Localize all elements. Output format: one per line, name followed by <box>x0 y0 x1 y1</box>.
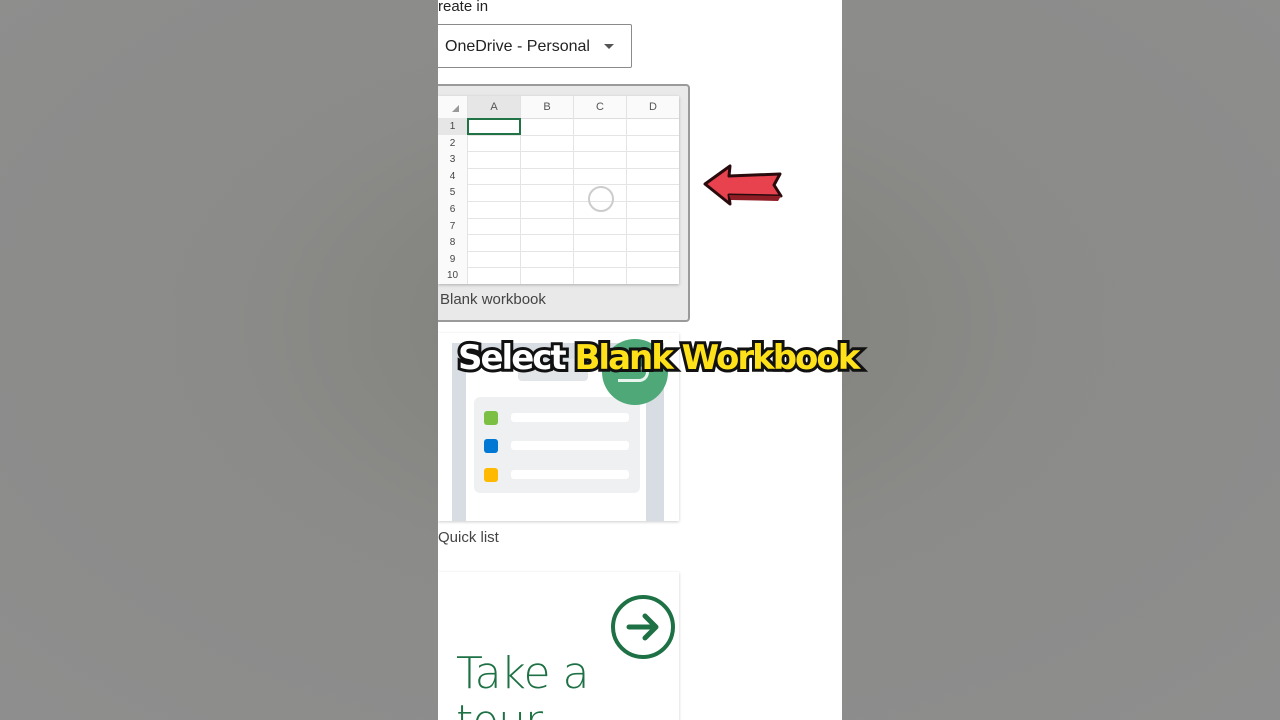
gridline <box>626 118 627 284</box>
blue-bullet-icon <box>484 439 498 453</box>
blank-workbook-label: Blank workbook <box>440 291 546 308</box>
row-header: 1 <box>438 118 467 135</box>
row-header: 9 <box>438 250 467 268</box>
chevron-down-icon <box>604 44 614 49</box>
column-header: D <box>626 96 679 118</box>
green-bullet-icon <box>484 411 498 425</box>
active-cell-a1 <box>467 118 521 135</box>
take-a-tour-template[interactable]: Take a tour <box>438 572 679 720</box>
column-header-row: A B C D <box>438 96 679 119</box>
row-header: 7 <box>438 217 467 235</box>
quick-list-label: Quick list <box>438 529 499 546</box>
take-a-tour-text: Take a tour <box>456 650 589 720</box>
blank-workbook-template[interactable]: A B C D 1 2 3 4 5 6 7 8 9 10 Blank workb… <box>438 84 690 322</box>
row-header: 6 <box>438 201 467 218</box>
row-header: 10 <box>438 267 467 284</box>
column-header: B <box>520 96 573 118</box>
caption-yellow-text: Blank Workbook <box>572 335 864 381</box>
list-line <box>511 441 629 450</box>
row-header: 3 <box>438 151 467 168</box>
row-header: 4 <box>438 167 467 185</box>
gridline <box>467 118 468 284</box>
gridline <box>573 118 574 284</box>
column-header: C <box>573 96 626 118</box>
list-line <box>511 470 629 479</box>
red-pointer-arrow-icon <box>703 164 783 206</box>
caption-white-text: Select <box>455 335 570 381</box>
tour-text-line2: tour <box>456 698 589 720</box>
select-all-corner-icon <box>438 96 467 118</box>
row-header: 8 <box>438 234 467 251</box>
row-header: 2 <box>438 134 467 152</box>
location-value: OneDrive - Personal <box>445 38 590 55</box>
instruction-caption: Select Blank Workbook <box>455 335 864 381</box>
location-dropdown[interactable]: OneDrive - Personal <box>438 24 632 68</box>
tour-text-line1: Take a <box>456 648 589 699</box>
column-header: A <box>467 96 520 118</box>
list-line <box>511 413 629 422</box>
create-in-label: reate in <box>438 0 489 15</box>
loading-spinner-icon <box>588 186 614 212</box>
gridline <box>520 118 521 284</box>
yellow-bullet-icon <box>484 468 498 482</box>
arrow-right-circle-icon <box>611 595 675 659</box>
blank-workbook-thumbnail: A B C D 1 2 3 4 5 6 7 8 9 10 <box>438 96 679 284</box>
row-header: 5 <box>438 184 467 201</box>
